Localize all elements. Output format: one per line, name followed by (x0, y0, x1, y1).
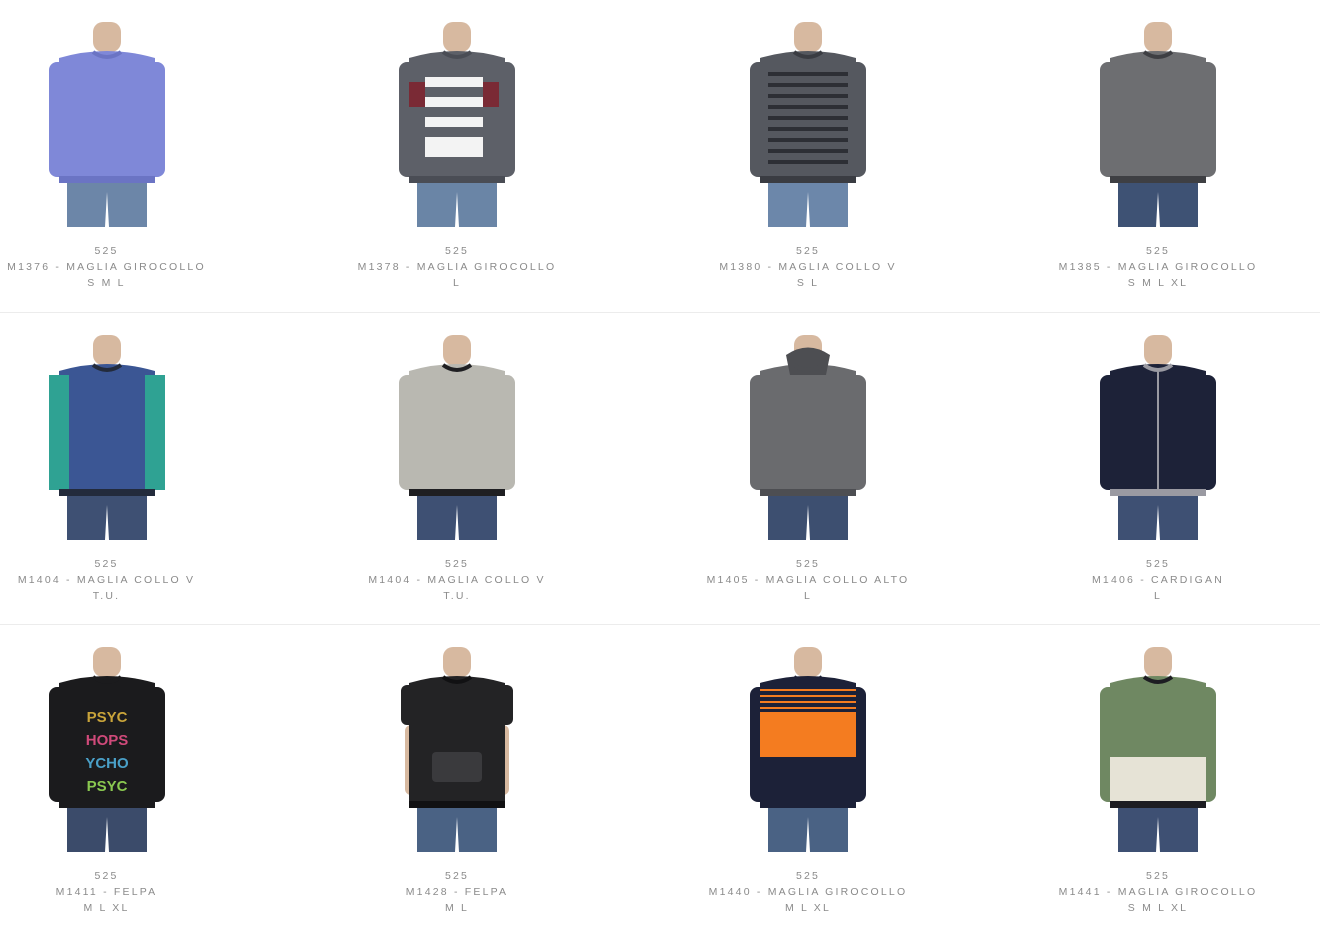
product-price: 525 (795, 558, 821, 570)
product-sizes: M L (444, 902, 470, 914)
product-sizes: S L (796, 277, 820, 289)
product-row: PSYC HOPS YCHO PSYC 525 M1411 - FELPA M L X… (0, 624, 1320, 937)
product-info: 525 M1378 - MAGLIA GIROCOLLO L (330, 243, 584, 291)
product-sizes: S M L XL (1127, 277, 1189, 289)
product-sizes: L (803, 590, 813, 602)
product-name[interactable]: M1406 - CARDIGAN (990, 572, 1320, 588)
product-price: 525 (1145, 245, 1171, 257)
product-card[interactable]: 525 M1404 - MAGLIA COLLO V T.U. (0, 313, 213, 625)
product-image[interactable] (37, 335, 177, 540)
product-card[interactable]: PSYC HOPS YCHO PSYC 525 M1411 - FELPA M L X… (0, 625, 213, 937)
product-image[interactable] (738, 22, 878, 227)
product-grid: 525 M1376 - MAGLIA GIROCOLLO S M L 525 M… (0, 0, 1320, 929)
product-sizes: S M L XL (1127, 902, 1189, 914)
product-sizes: M L XL (83, 902, 130, 914)
product-info: 525 M1385 - MAGLIA GIROCOLLO S M L XL (990, 243, 1320, 291)
product-image[interactable] (1088, 22, 1228, 227)
product-card[interactable]: 525 M1404 - MAGLIA COLLO V T.U. (330, 313, 584, 625)
product-image[interactable] (1088, 647, 1228, 852)
product-card[interactable]: 525 M1378 - MAGLIA GIROCOLLO L (330, 0, 584, 312)
product-image[interactable] (1088, 335, 1228, 540)
product-info: 525 M1411 - FELPA M L XL (0, 868, 213, 916)
product-image[interactable] (387, 335, 527, 540)
product-price: 525 (444, 245, 470, 257)
product-image[interactable] (37, 22, 177, 227)
product-price: 525 (94, 245, 119, 257)
product-info: 525 M1404 - MAGLIA COLLO V T.U. (0, 556, 213, 604)
product-name[interactable]: M1378 - MAGLIA GIROCOLLO (330, 259, 584, 275)
product-sizes: L (1153, 590, 1163, 602)
product-name[interactable]: M1440 - MAGLIA GIROCOLLO (660, 884, 956, 900)
product-price: 525 (1145, 558, 1171, 570)
product-price: 525 (795, 870, 821, 882)
product-info: 525 M1440 - MAGLIA GIROCOLLO M L XL (660, 868, 956, 916)
product-price: 525 (94, 870, 119, 882)
svg-text:PSYC: PSYC (86, 778, 127, 795)
product-info: 525 M1405 - MAGLIA COLLO ALTO L (660, 556, 956, 604)
product-price: 525 (444, 558, 470, 570)
product-card[interactable]: 525 M1405 - MAGLIA COLLO ALTO L (660, 313, 956, 625)
product-name[interactable]: M1404 - MAGLIA COLLO V (0, 572, 213, 588)
product-info: 525 M1404 - MAGLIA COLLO V T.U. (330, 556, 584, 604)
product-info: 525 M1428 - FELPA M L (330, 868, 584, 916)
product-image[interactable] (738, 647, 878, 852)
product-price: 525 (795, 245, 821, 257)
product-sizes: M L XL (784, 902, 832, 914)
product-image[interactable]: PSYC HOPS YCHO PSYC (37, 647, 177, 852)
product-row: 525 M1376 - MAGLIA GIROCOLLO S M L 525 M… (0, 0, 1320, 312)
product-card[interactable]: 525 M1376 - MAGLIA GIROCOLLO S M L (0, 0, 213, 312)
product-card[interactable]: 525 M1406 - CARDIGAN L (990, 313, 1320, 625)
product-image[interactable] (387, 22, 527, 227)
product-name[interactable]: M1385 - MAGLIA GIROCOLLO (990, 259, 1320, 275)
product-price: 525 (1145, 870, 1171, 882)
product-sizes: T.U. (443, 590, 471, 602)
product-card[interactable]: 525 M1440 - MAGLIA GIROCOLLO M L XL (660, 625, 956, 937)
product-name[interactable]: M1428 - FELPA (330, 884, 584, 900)
product-card[interactable]: 525 M1428 - FELPA M L (330, 625, 584, 937)
svg-text:HOPS: HOPS (85, 732, 128, 749)
product-name[interactable]: M1380 - MAGLIA COLLO V (660, 259, 956, 275)
product-name[interactable]: M1405 - MAGLIA COLLO ALTO (660, 572, 956, 588)
product-card[interactable]: 525 M1380 - MAGLIA COLLO V S L (660, 0, 956, 312)
product-price: 525 (444, 870, 470, 882)
product-image[interactable] (738, 335, 878, 540)
product-info: 525 M1376 - MAGLIA GIROCOLLO S M L (0, 243, 213, 291)
product-info: 525 M1406 - CARDIGAN L (990, 556, 1320, 604)
product-name[interactable]: M1404 - MAGLIA COLLO V (330, 572, 584, 588)
product-card[interactable]: 525 M1385 - MAGLIA GIROCOLLO S M L XL (990, 0, 1320, 312)
svg-text:PSYC: PSYC (86, 709, 127, 726)
product-row: 525 M1404 - MAGLIA COLLO V T.U. 525 M140… (0, 312, 1320, 625)
product-sizes: S M L (87, 277, 126, 289)
svg-text:YCHO: YCHO (85, 755, 129, 772)
product-name[interactable]: M1411 - FELPA (0, 884, 213, 900)
product-info: 525 M1441 - MAGLIA GIROCOLLO S M L XL (990, 868, 1320, 916)
product-sizes: T.U. (92, 590, 121, 602)
product-sizes: L (452, 277, 462, 289)
product-name[interactable]: M1376 - MAGLIA GIROCOLLO (0, 259, 213, 275)
product-price: 525 (94, 558, 119, 570)
product-name[interactable]: M1441 - MAGLIA GIROCOLLO (990, 884, 1320, 900)
product-info: 525 M1380 - MAGLIA COLLO V S L (660, 243, 956, 291)
product-card[interactable]: 525 M1441 - MAGLIA GIROCOLLO S M L XL (990, 625, 1320, 937)
product-image[interactable] (387, 647, 527, 852)
